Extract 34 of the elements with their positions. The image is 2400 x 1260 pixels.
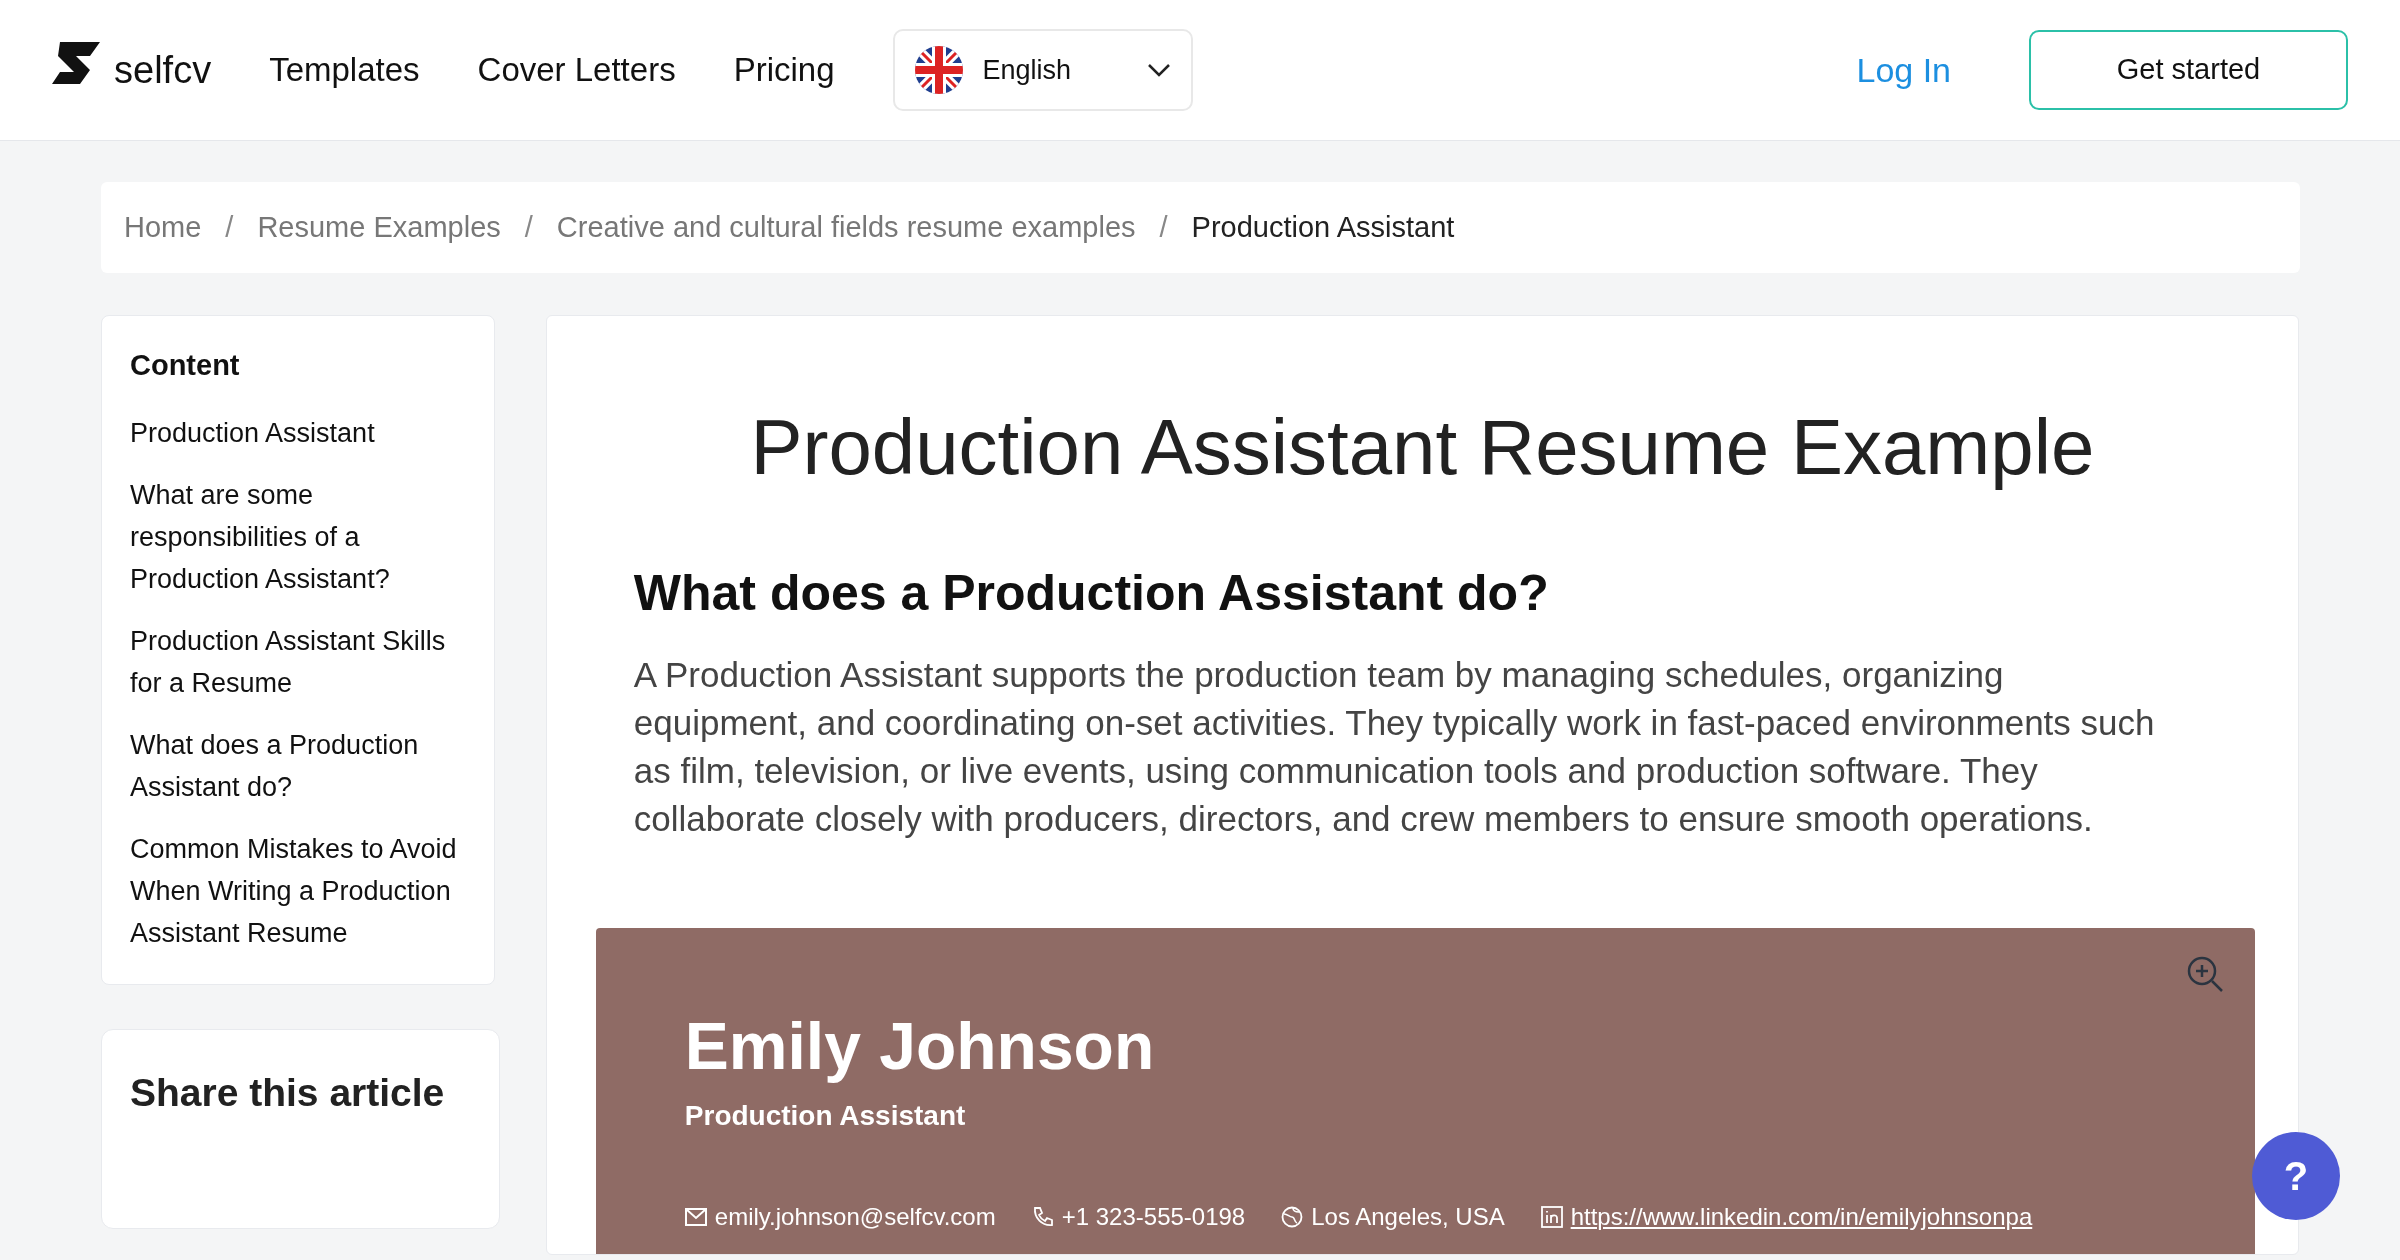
breadcrumb-link[interactable]: Resume Examples bbox=[257, 205, 501, 250]
breadcrumb-link[interactable]: Creative and cultural fields resume examples bbox=[556, 205, 1136, 250]
language-select[interactable]: English bbox=[892, 29, 1193, 111]
contact-text: Los Angeles, USA bbox=[1311, 1202, 1505, 1232]
contents-link[interactable]: What are some responsibilities of a Production Assistant? bbox=[130, 473, 466, 600]
contents-link[interactable]: Common Mistakes to Avoid When Writing a Production Assistant Resume bbox=[130, 827, 466, 954]
contents-link[interactable]: What does a Production Assistant do? bbox=[130, 723, 466, 808]
uk-flag-icon bbox=[914, 46, 963, 94]
help-button[interactable]: ? bbox=[2252, 1132, 2340, 1220]
contents-link[interactable]: Production Assistant Skills for a Resume bbox=[130, 619, 466, 704]
globe-icon bbox=[1281, 1206, 1304, 1228]
contact-text: +1 323-555-0198 bbox=[1061, 1202, 1246, 1232]
envelope-icon bbox=[684, 1208, 707, 1226]
nav-link[interactable]: Templates bbox=[269, 45, 420, 95]
linkedin-icon bbox=[1540, 1206, 1563, 1228]
contents-link[interactable]: Production Assistant bbox=[130, 411, 466, 454]
get-started-button[interactable]: Get started bbox=[2029, 30, 2348, 110]
logo-text[interactable]: selfcv bbox=[114, 41, 212, 99]
resume-role: Production Assistant bbox=[684, 1099, 967, 1133]
breadcrumb-separator: / bbox=[225, 209, 234, 245]
breadcrumb-current[interactable]: Production Assistant bbox=[1191, 205, 1455, 250]
section-paragraph: A Production Assistant supports the production team by managing schedules, organizing equipment, and coordinating on-set activities. They typically work in fast-paced environments such as film, television, or live events, using communication tools and production software. They collaborate closely with producers, directors, and crew members to ensure smooth operations. bbox=[633, 654, 2156, 840]
phone-icon bbox=[1031, 1206, 1054, 1228]
contact-text: emily.johnson@selfcv.com bbox=[714, 1202, 996, 1232]
contents-title: Content bbox=[130, 348, 241, 383]
breadcrumb-separator: / bbox=[1159, 209, 1168, 245]
nav-link[interactable]: Cover Letters bbox=[477, 45, 676, 95]
breadcrumb-separator: / bbox=[524, 209, 533, 245]
breadcrumb-link[interactable]: Home bbox=[124, 205, 202, 250]
section-heading: What does a Production Assistant do? bbox=[633, 564, 1550, 623]
chevron-down-icon bbox=[1146, 63, 1171, 77]
nav-link[interactable]: Pricing bbox=[733, 45, 835, 95]
share-title: Share this article bbox=[130, 1069, 446, 1116]
linkedin-link[interactable]: https://www.linkedin.com/in/emilyjohnsonpa bbox=[1570, 1199, 2033, 1235]
